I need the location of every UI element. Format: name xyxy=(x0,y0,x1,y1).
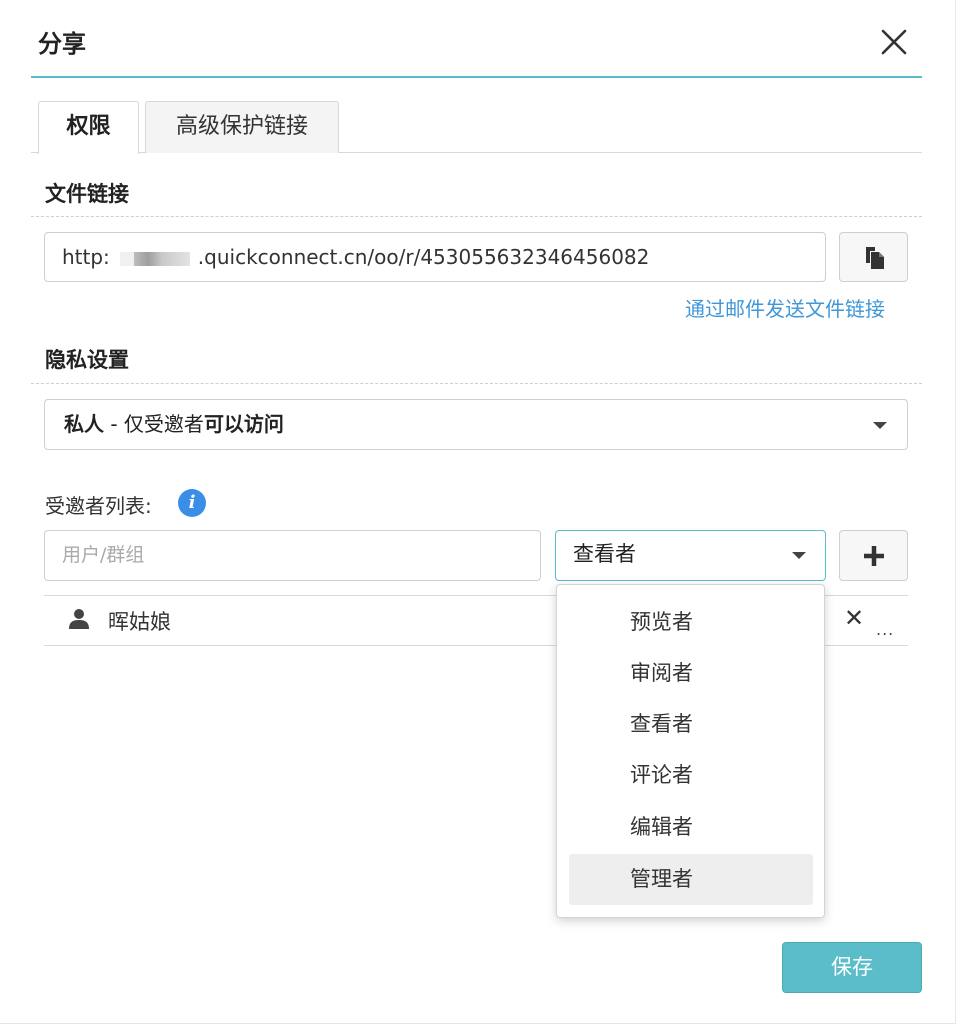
save-button[interactable]: 保存 xyxy=(782,942,922,993)
more-options-icon[interactable]: ... xyxy=(876,620,894,639)
invitee-list-label: 受邀者列表: xyxy=(45,494,152,518)
copy-link-button[interactable] xyxy=(839,232,908,282)
person-icon xyxy=(69,609,89,629)
url-prefix: http: xyxy=(62,245,110,269)
file-link-section-title: 文件链接 xyxy=(45,182,129,206)
privacy-description: - 仅受邀者 xyxy=(104,412,204,436)
file-link-field[interactable]: http: .quickconnect.cn/oo/r/4530556323464… xyxy=(44,232,826,282)
role-option-reviewer[interactable]: 审阅者 xyxy=(569,648,813,699)
invitee-name: 晖姑娘 xyxy=(108,610,171,634)
role-selected-value: 查看者 xyxy=(573,542,636,566)
role-option-manager[interactable]: 管理者 xyxy=(569,854,813,905)
role-select[interactable]: 查看者 xyxy=(555,530,826,581)
info-icon[interactable]: i xyxy=(178,489,206,517)
section-divider xyxy=(31,383,922,384)
privacy-level: 私人 xyxy=(64,412,104,436)
role-option-commenter[interactable]: 评论者 xyxy=(569,750,813,801)
close-button[interactable] xyxy=(874,22,914,62)
share-dialog: 分享 权限 高级保护链接 文件链接 http: .quickconnect.cn/… xyxy=(0,0,956,1024)
close-icon xyxy=(881,29,907,55)
privacy-access: 可以访问 xyxy=(203,412,284,436)
role-option-previewer[interactable]: 预览者 xyxy=(569,597,813,648)
plus-icon xyxy=(864,546,884,566)
role-option-editor[interactable]: 编辑者 xyxy=(569,802,813,853)
send-link-by-email-link[interactable]: 通过邮件发送文件链接 xyxy=(685,293,885,322)
section-divider xyxy=(31,216,922,217)
tab-advanced-protection-link[interactable]: 高级保护链接 xyxy=(145,101,339,153)
privacy-select[interactable]: 私人 - 仅受邀者可以访问 xyxy=(44,399,908,450)
user-group-input[interactable]: 用户/群组 xyxy=(44,530,541,581)
redacted-hostname xyxy=(119,251,190,266)
tab-bar: 权限 高级保护链接 xyxy=(31,101,922,154)
add-invitee-button[interactable] xyxy=(839,530,908,581)
chevron-down-icon xyxy=(873,422,887,429)
privacy-section-title: 隐私设置 xyxy=(45,348,129,372)
role-dropdown-menu: 预览者 审阅者 查看者 评论者 编辑者 管理者 xyxy=(556,584,825,918)
remove-invitee-button[interactable]: ✕ xyxy=(844,606,864,630)
url-suffix: .quickconnect.cn/oo/r/453055632346456082 xyxy=(197,245,650,269)
role-option-viewer[interactable]: 查看者 xyxy=(569,699,813,750)
title-divider xyxy=(31,76,922,78)
dialog-title: 分享 xyxy=(38,30,86,58)
chevron-down-icon xyxy=(792,552,806,559)
copy-icon xyxy=(866,247,884,269)
tab-permissions[interactable]: 权限 xyxy=(38,101,139,154)
